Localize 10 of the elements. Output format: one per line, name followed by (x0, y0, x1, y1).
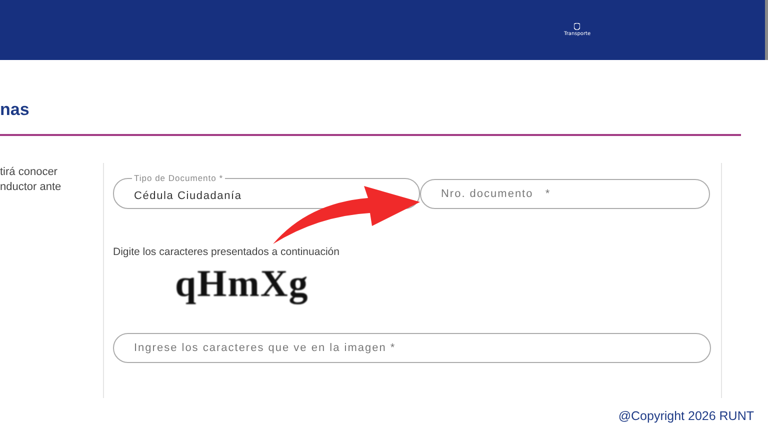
shield-icon (574, 23, 580, 30)
captcha-prompt: Digite los caracteres presentados a continuación (113, 246, 340, 258)
field-label: Tipo de Documento * (133, 172, 224, 184)
document-number-field[interactable]: Nro. documento * (420, 179, 710, 209)
section-title: nas (0, 100, 30, 120)
captcha-field[interactable]: Ingrese los caracteres que ve en la imagen * (113, 333, 711, 363)
intro-text: tirá conocer (0, 165, 58, 180)
copyright-text: @Copyright 2026 RUNT (618, 409, 754, 423)
captcha-image: qHmXg (175, 264, 309, 304)
intro-text: nductor ante (0, 180, 62, 195)
